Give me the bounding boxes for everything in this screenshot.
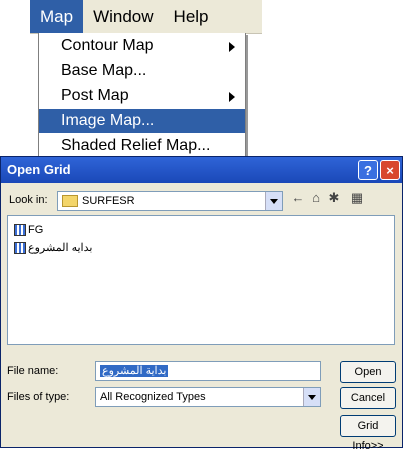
grid-file-icon bbox=[14, 242, 26, 254]
folder-icon bbox=[62, 195, 78, 208]
dialog-title: Open Grid bbox=[7, 162, 71, 177]
file-name-input[interactable]: بداية المشروع bbox=[95, 361, 321, 381]
file-name: FG bbox=[28, 224, 44, 236]
menu-map[interactable]: Map bbox=[30, 0, 84, 33]
open-button[interactable]: Open bbox=[340, 361, 396, 383]
help-button[interactable]: ? bbox=[358, 160, 378, 180]
file-name: بدايه المشروع bbox=[28, 242, 93, 254]
menu-item-label: Shaded Relief Map... bbox=[61, 137, 211, 154]
view-menu-icon[interactable]: ▦ bbox=[347, 191, 367, 205]
list-item[interactable]: FG bbox=[14, 222, 43, 238]
dialog-titlebar: Open Grid ? × bbox=[1, 157, 402, 183]
file-name-value: بداية المشروع bbox=[100, 365, 169, 377]
menu-item-base-map[interactable]: Base Map... bbox=[39, 59, 245, 83]
menu-help[interactable]: Help bbox=[164, 0, 219, 33]
file-name-label: File name: bbox=[7, 365, 59, 377]
file-list[interactable]: FG بدايه المشروع bbox=[7, 215, 395, 345]
files-of-type-select[interactable]: All Recognized Types bbox=[95, 387, 321, 407]
grid-info-button[interactable]: Grid Info>> bbox=[340, 415, 396, 452]
menu-item-label: Image Map... bbox=[61, 112, 155, 129]
look-in-label: Look in: bbox=[9, 194, 48, 206]
list-item[interactable]: بدايه المشروع bbox=[14, 240, 92, 256]
look-in-value: SURFESR bbox=[82, 195, 135, 207]
menu-item-shaded-relief-map[interactable]: Shaded Relief Map... bbox=[39, 134, 245, 158]
close-button[interactable]: × bbox=[380, 160, 400, 180]
submenu-arrow-icon bbox=[229, 92, 235, 102]
grid-file-icon bbox=[14, 224, 26, 236]
up-folder-icon[interactable]: ⌂ bbox=[309, 191, 323, 205]
menu-bar: Map Window Help bbox=[30, 0, 262, 34]
look-in-select[interactable]: SURFESR bbox=[57, 191, 283, 211]
menu-item-label: Contour Map bbox=[61, 37, 154, 54]
cancel-button[interactable]: Cancel bbox=[340, 387, 396, 409]
map-menu-dropdown: Contour Map Base Map... Post Map Image M… bbox=[38, 33, 246, 159]
open-grid-dialog: Open Grid ? × Look in: SURFESR ← ⌂ ✱ ▦ F… bbox=[0, 156, 403, 452]
files-of-type-value: All Recognized Types bbox=[100, 391, 206, 403]
files-of-type-label: Files of type: bbox=[7, 391, 70, 403]
menu-window[interactable]: Window bbox=[83, 0, 163, 33]
submenu-arrow-icon bbox=[229, 42, 235, 52]
dropdown-arrow-icon[interactable] bbox=[265, 192, 282, 210]
menu-item-label: Post Map bbox=[61, 87, 129, 104]
menu-item-contour-map[interactable]: Contour Map bbox=[39, 34, 245, 58]
menu-item-image-map[interactable]: Image Map... bbox=[39, 109, 245, 133]
back-arrow-icon[interactable]: ← bbox=[291, 191, 305, 205]
menu-item-post-map[interactable]: Post Map bbox=[39, 84, 245, 108]
dropdown-arrow-icon[interactable] bbox=[303, 388, 320, 406]
new-folder-icon[interactable]: ✱ bbox=[327, 191, 341, 205]
menu-item-label: Base Map... bbox=[61, 62, 147, 79]
